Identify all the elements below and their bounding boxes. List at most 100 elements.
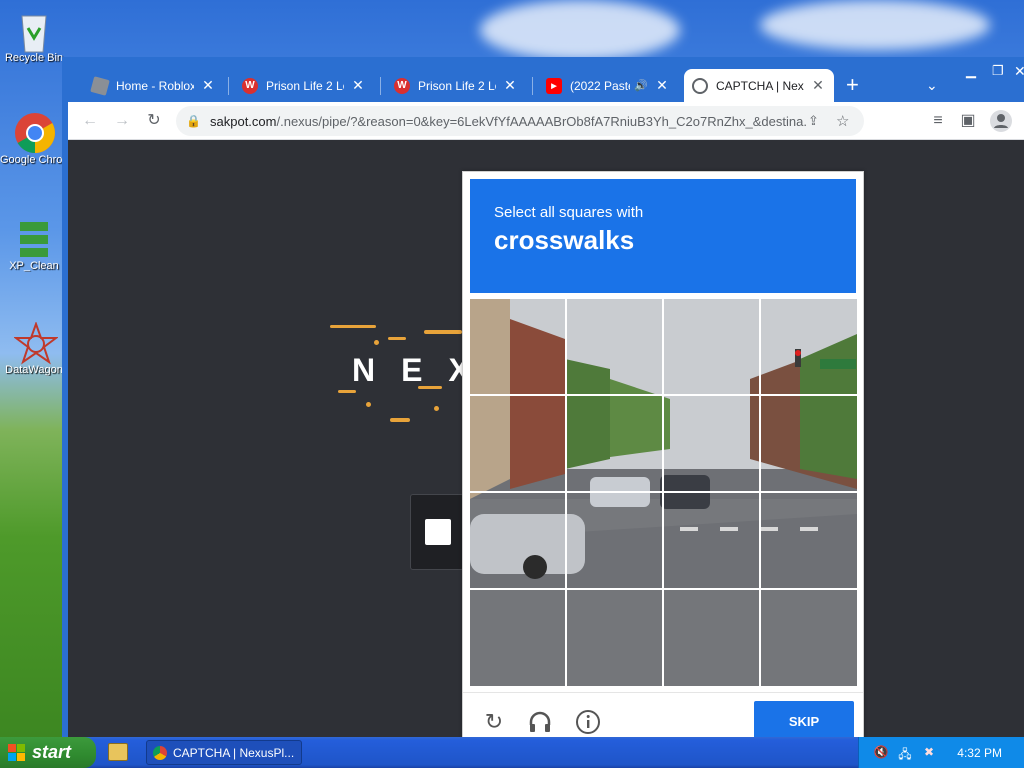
roblox-icon <box>90 75 110 96</box>
w-favicon: W <box>242 77 258 94</box>
captcha-footer: ↻ SKIP <box>463 692 863 737</box>
close-window-button[interactable]: ✕ <box>1014 63 1024 80</box>
tab-captcha[interactable]: CAPTCHA | Nexus ✕ <box>684 69 834 102</box>
captcha-checkbox-card <box>410 494 464 570</box>
tab-prison-life-2[interactable]: W Prison Life 2 Lock ✕ <box>386 69 526 102</box>
forward-arrow-icon[interactable]: → <box>112 111 132 131</box>
windows-flag-icon <box>8 743 26 762</box>
back-arrow-icon[interactable]: ← <box>80 111 100 131</box>
cloud <box>760 0 990 50</box>
captcha-target-word: crosswalks <box>494 225 635 255</box>
tab-separator <box>228 77 229 95</box>
captcha-tile[interactable] <box>762 591 857 686</box>
captcha-tile[interactable] <box>470 299 565 394</box>
desktop-icon-datawagon[interactable]: DataWagon <box>0 321 68 376</box>
network-error-icon[interactable]: ✖ <box>921 745 937 761</box>
close-tab-icon[interactable]: ✕ <box>654 77 670 94</box>
captcha-tile[interactable] <box>567 299 662 394</box>
desktop-icon-google-chrome[interactable]: Google Chrome <box>0 112 68 166</box>
browser-window: Home - Roblox ✕ W Prison Life 2 Lock ✕ W… <box>62 57 1024 737</box>
tab-search-chevron-icon[interactable]: ⌄ <box>926 77 938 94</box>
captcha-tile[interactable] <box>567 591 662 686</box>
info-icon[interactable] <box>575 709 601 735</box>
captcha-tile[interactable] <box>470 396 565 491</box>
system-tray: 🔇 🖧 ✖ 4:32 PM <box>858 737 1024 768</box>
volume-muted-icon[interactable]: 🔇 <box>873 745 889 761</box>
logo-dash <box>388 337 406 340</box>
captcha-tile[interactable] <box>762 396 857 491</box>
bookmark-star-icon[interactable]: ☆ <box>836 112 864 130</box>
restore-button[interactable]: ❐ <box>992 63 1004 79</box>
captcha-tile[interactable] <box>470 591 565 686</box>
captcha-header: Select all squares with crosswalks <box>470 179 856 293</box>
captcha-tile[interactable] <box>665 494 760 589</box>
start-buttons-icon <box>14 218 54 258</box>
tab-prison-life-1[interactable]: W Prison Life 2 Lock ✕ <box>234 69 374 102</box>
youtube-icon: ▶ <box>546 77 562 94</box>
logo-dash <box>338 390 356 393</box>
close-tab-icon[interactable]: ✕ <box>350 77 366 94</box>
datawagon-icon <box>13 321 59 365</box>
start-button[interactable]: start <box>0 737 96 768</box>
tab-roblox[interactable]: Home - Roblox ✕ <box>84 69 224 102</box>
tab-separator <box>380 77 381 95</box>
desktop-icon-xp-clean[interactable]: XP_Clean <box>0 218 68 272</box>
page-viewport: NEX Select all squares with crosswalks ↻… <box>62 140 1024 737</box>
side-panel-icon[interactable]: ▣ <box>958 111 978 131</box>
tab-youtube[interactable]: ▶ (2022 Pastel 🔊 ✕ <box>538 69 678 102</box>
logo-dot <box>366 402 371 407</box>
start-label: start <box>32 742 72 762</box>
close-tab-icon[interactable]: ✕ <box>200 77 216 94</box>
w-favicon: W <box>394 77 410 94</box>
captcha-tile[interactable] <box>665 591 760 686</box>
logo-dot <box>434 406 439 411</box>
share-icon[interactable]: ⇪ <box>808 113 836 129</box>
skip-button[interactable]: SKIP <box>754 701 854 737</box>
captcha-challenge: Select all squares with crosswalks ↻ SKI… <box>462 171 864 737</box>
captcha-tile[interactable] <box>762 494 857 589</box>
close-tab-icon[interactable]: ✕ <box>810 77 826 94</box>
logo-dash <box>424 330 462 334</box>
desktop-icon-recycle-bin[interactable]: Recycle Bin <box>0 10 68 64</box>
minimize-button[interactable]: ▁ <box>966 63 976 79</box>
captcha-tile[interactable] <box>470 494 565 589</box>
audio-challenge-icon[interactable] <box>527 709 553 735</box>
profile-avatar-icon[interactable] <box>990 110 1012 132</box>
new-tab-button[interactable]: + <box>846 74 859 96</box>
cloud <box>480 0 680 60</box>
file-explorer-icon[interactable] <box>108 743 128 761</box>
network-icon[interactable]: 🖧 <box>897 745 913 761</box>
taskbar-item-captcha[interactable]: CAPTCHA | NexusPl... <box>146 740 302 765</box>
url-path: /.nexus/pipe/?&reason=0&key=6LekVfYfAAAA… <box>276 113 808 129</box>
captcha-tile[interactable] <box>567 396 662 491</box>
chrome-icon <box>153 745 167 760</box>
url-text[interactable]: sakpot.com/.nexus/pipe/?&reason=0&key=6L… <box>210 114 808 129</box>
reload-icon[interactable]: ↻ <box>144 111 164 131</box>
captcha-tile[interactable] <box>567 494 662 589</box>
taskbar: start CAPTCHA | NexusPl... 🔇 🖧 ✖ 4:32 PM <box>0 737 1024 768</box>
tab-separator <box>532 77 533 95</box>
captcha-instruction: Select all squares with <box>494 204 644 221</box>
close-tab-icon[interactable]: ✕ <box>502 77 518 94</box>
clock[interactable]: 4:32 PM <box>957 746 1002 760</box>
logo-dash <box>330 325 376 328</box>
captcha-tile[interactable] <box>762 299 857 394</box>
taskbar-item-title: CAPTCHA | NexusPl... <box>173 745 295 760</box>
tab-strip: Home - Roblox ✕ W Prison Life 2 Lock ✕ W… <box>62 57 1024 102</box>
globe-icon <box>692 77 708 94</box>
browser-toolbar: ← → ↻ 🔒 sakpot.com/.nexus/pipe/?&reason=… <box>62 102 1024 140</box>
reload-challenge-icon[interactable]: ↻ <box>481 709 507 735</box>
address-bar[interactable]: 🔒 sakpot.com/.nexus/pipe/?&reason=0&key=… <box>176 106 864 136</box>
url-host: sakpot.com <box>210 113 277 129</box>
captcha-tile[interactable] <box>665 396 760 491</box>
captcha-tile[interactable] <box>665 299 760 394</box>
recycle-bin-icon <box>14 10 54 53</box>
logo-dash <box>390 418 410 422</box>
lock-icon: 🔒 <box>186 114 201 128</box>
captcha-image-grid <box>470 299 857 686</box>
audio-playing-icon[interactable]: 🔊 <box>634 79 648 92</box>
chrome-icon <box>14 112 55 153</box>
captcha-checkbox[interactable] <box>425 519 451 545</box>
media-control-icon[interactable]: ≡ <box>928 111 948 131</box>
window-border <box>62 57 68 737</box>
